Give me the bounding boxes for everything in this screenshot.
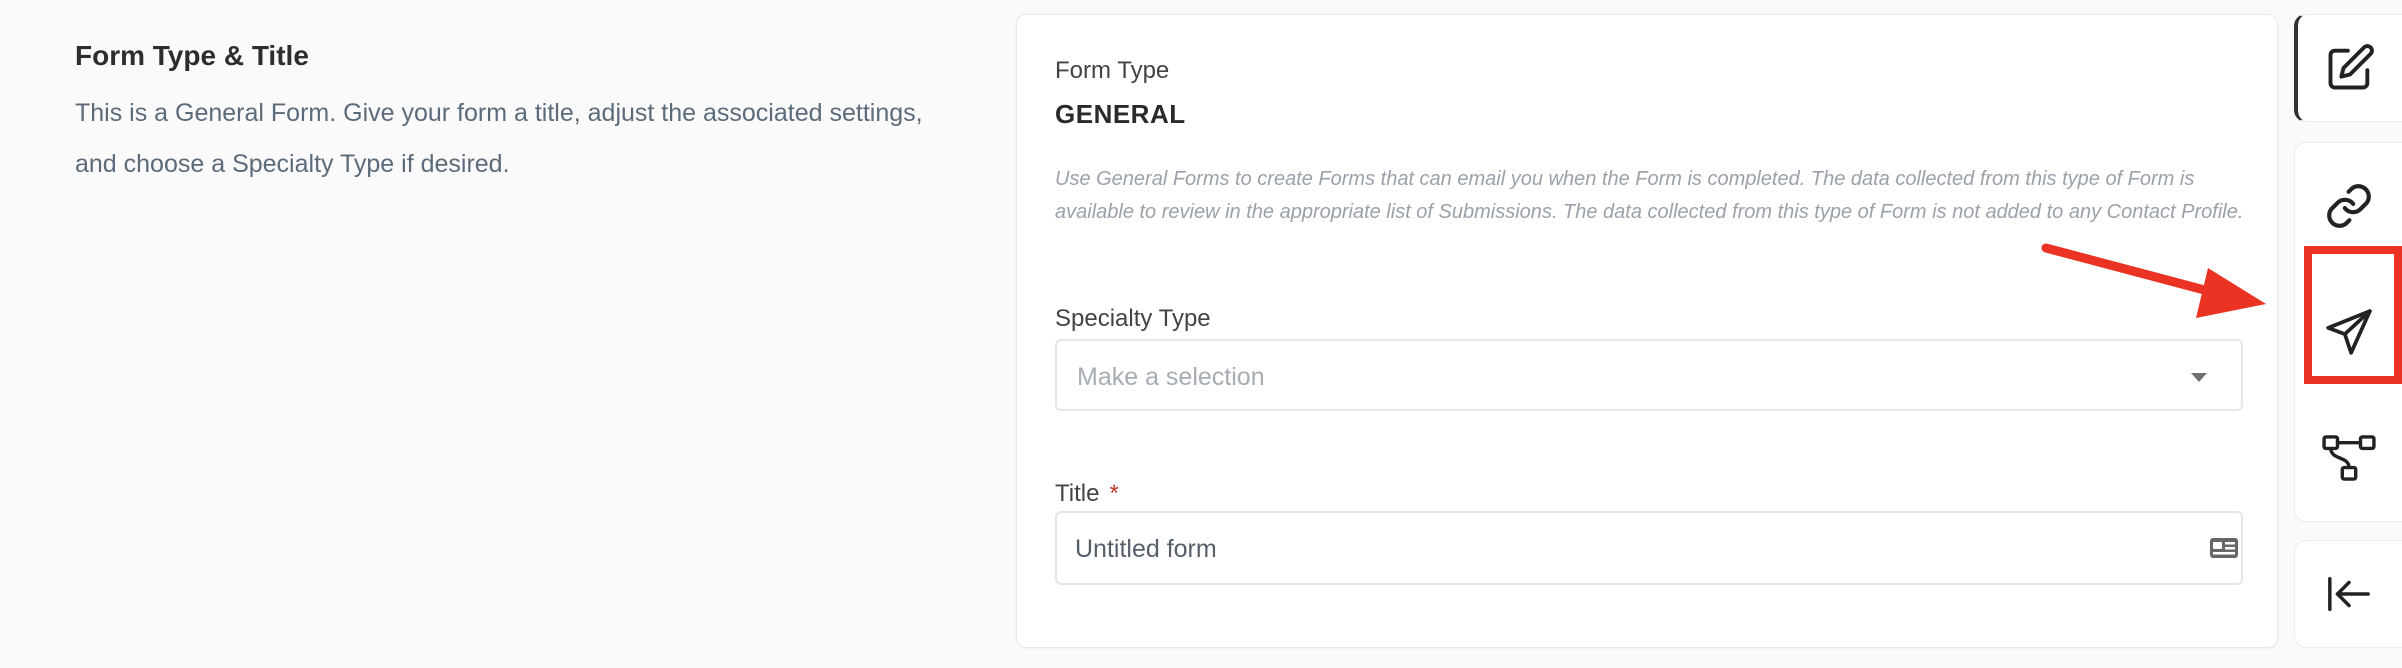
workflow-icon — [2322, 435, 2376, 481]
required-marker: * — [1109, 480, 1119, 507]
rail-edit-button[interactable] — [2294, 14, 2402, 122]
title-input-value: Untitled form — [1075, 535, 1217, 563]
chevron-down-icon — [2191, 373, 2207, 382]
id-card-icon[interactable] — [2209, 537, 2239, 564]
title-label: Title * — [1055, 480, 1119, 508]
form-type-value: GENERAL — [1055, 99, 1186, 129]
section-heading: Form Type & Title — [75, 40, 309, 71]
edit-icon — [2328, 44, 2374, 90]
section-description: This is a General Form. Give your form a… — [75, 99, 923, 178]
annotation-arrow-icon — [2041, 243, 2266, 318]
link-icon — [2327, 184, 2371, 228]
page: Form Type & Title This is a General Form… — [0, 0, 2402, 668]
rail-collapse-button[interactable] — [2294, 540, 2402, 648]
annotation-highlight-box — [2304, 246, 2402, 384]
form-settings-card: Form Type GENERAL Use General Forms to c… — [1016, 14, 2278, 648]
section-intro: Form Type & Title This is a General Form… — [75, 36, 955, 190]
specialty-type-select[interactable]: Make a selection — [1055, 339, 2243, 411]
title-input[interactable]: Untitled form — [1055, 511, 2243, 585]
form-type-label: Form Type — [1055, 57, 1170, 84]
title-label-text: Title — [1055, 480, 1100, 507]
specialty-type-placeholder: Make a selection — [1077, 363, 1265, 391]
collapse-left-icon — [2327, 576, 2370, 612]
specialty-type-label: Specialty Type — [1055, 305, 1211, 332]
rail-workflow-button[interactable] — [2295, 395, 2402, 521]
form-type-help-text: Use General Forms to create Forms that c… — [1055, 168, 2244, 223]
